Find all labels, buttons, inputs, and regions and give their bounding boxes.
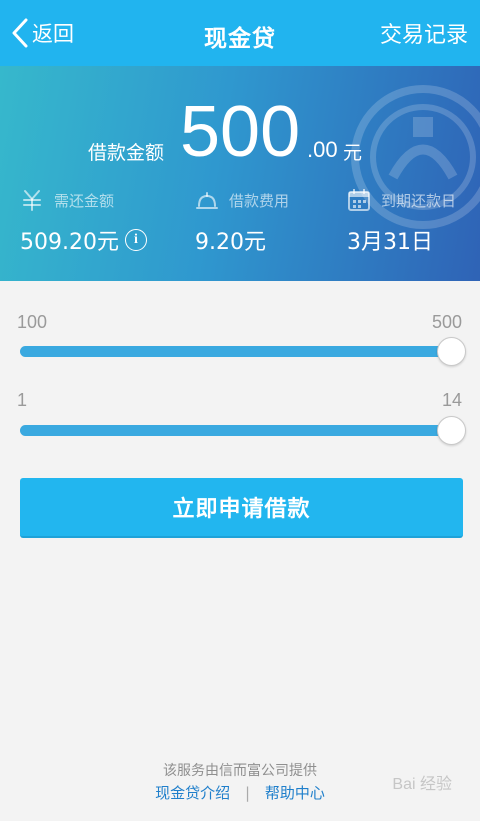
repay-amount-stat: 需还金额 509.20元 i bbox=[20, 188, 147, 256]
loan-fee-label: 借款费用 bbox=[229, 191, 290, 210]
term-slider-thumb[interactable] bbox=[436, 416, 466, 445]
amount-slider-thumb[interactable] bbox=[436, 337, 466, 366]
term-slider-track[interactable] bbox=[20, 425, 448, 436]
term-slider-fill bbox=[20, 425, 448, 436]
amount-slider-fill bbox=[20, 346, 448, 357]
loan-amount-label: 借款金额 bbox=[88, 142, 165, 164]
apply-loan-button[interactable]: 立即申请借款 bbox=[20, 478, 463, 538]
repay-amount-value: 509.20元 bbox=[20, 230, 119, 255]
transaction-records-button[interactable]: 交易记录 bbox=[380, 17, 468, 49]
amount-slider-track[interactable] bbox=[20, 346, 448, 357]
term-slider-min-label: 1 bbox=[17, 390, 28, 410]
loan-summary-banner: 借款金额 500 .00 元 需还金额 509.20元 i 借款费用 9.20元… bbox=[0, 66, 480, 281]
due-date-label: 到期还款日 bbox=[381, 191, 457, 210]
help-center-link[interactable]: 帮助中心 bbox=[265, 784, 325, 802]
loan-amount-row: 借款金额 500 .00 元 bbox=[0, 92, 480, 172]
amount-slider-min-label: 100 bbox=[17, 312, 48, 332]
loan-amount-decimal: .00 bbox=[307, 137, 338, 162]
yuan-icon bbox=[23, 190, 41, 211]
watermark-text: Bai 经验 bbox=[392, 776, 452, 793]
product-intro-link[interactable]: 现金贷介绍 bbox=[155, 784, 230, 802]
due-date-stat: 到期还款日 3月31日 bbox=[347, 188, 456, 256]
top-bar: 返回 现金贷 交易记录 bbox=[0, 0, 480, 66]
loan-fee-stat: 借款费用 9.20元 bbox=[195, 188, 289, 256]
service-bell-icon bbox=[196, 192, 218, 209]
loan-amount-unit: 元 bbox=[343, 142, 363, 164]
footer-separator: | bbox=[244, 784, 251, 802]
repay-amount-label: 需还金额 bbox=[54, 191, 115, 210]
info-icon[interactable]: i bbox=[124, 229, 147, 251]
due-date-value: 3月31日 bbox=[347, 230, 433, 255]
term-slider: 1 14 bbox=[17, 390, 466, 450]
amount-slider: 100 500 bbox=[17, 312, 466, 372]
loan-amount-value: 500 bbox=[180, 92, 301, 172]
loan-fee-value: 9.20元 bbox=[195, 230, 266, 255]
term-slider-max-label: 14 bbox=[441, 390, 462, 410]
calendar-icon bbox=[348, 189, 370, 211]
amount-slider-max-label: 500 bbox=[431, 312, 462, 332]
